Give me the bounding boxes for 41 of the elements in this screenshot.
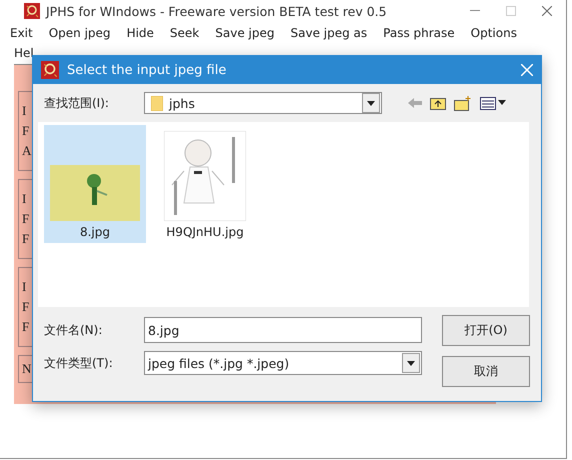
panel-label: F xyxy=(22,299,30,315)
field-label: 查找范围(I): xyxy=(43,94,110,112)
panel-label: I xyxy=(22,191,26,207)
menu-item[interactable]: Save jpeg as xyxy=(284,26,374,40)
panel-label: A xyxy=(22,143,32,159)
panel-label: F xyxy=(22,211,30,227)
dialog-title: Select the input jpeg file xyxy=(67,62,226,78)
folder-icon xyxy=(151,96,163,110)
panel-label: F xyxy=(22,319,30,335)
menu-item[interactable]: Hel xyxy=(8,46,40,60)
app-icon xyxy=(41,61,59,79)
new-folder-icon[interactable] xyxy=(454,96,472,110)
file-item[interactable]: 8.jpg xyxy=(44,125,146,243)
caret-icon xyxy=(407,360,415,366)
open-button[interactable]: 打开(O) xyxy=(442,315,530,346)
close-icon[interactable] xyxy=(542,6,552,16)
app-icon xyxy=(24,3,40,19)
cancel-button[interactable]: 取消 xyxy=(442,356,530,387)
menu-item[interactable]: Exit xyxy=(4,26,39,40)
menu-item[interactable]: Open jpeg xyxy=(42,26,117,40)
look-in-dropdown[interactable]: jphs xyxy=(144,92,382,114)
view-menu-icon[interactable] xyxy=(480,96,506,110)
panel-label: I xyxy=(22,279,26,295)
window-title: JPHS for WIndows - Freeware version BETA test rev 0.5 xyxy=(46,4,387,18)
file-type-dropdown[interactable]: jpeg files (*.jpg *.jpeg) xyxy=(144,351,422,375)
minimize-icon[interactable] xyxy=(470,10,480,12)
menu-item[interactable]: Seek xyxy=(164,26,206,40)
menu-item[interactable]: Save jpeg xyxy=(209,26,280,40)
file-item[interactable]: H9QJnHU.jpg xyxy=(154,125,256,243)
panel-label: I xyxy=(22,103,26,119)
file-name-field[interactable]: 8.jpg xyxy=(144,317,422,343)
menu-item[interactable]: Pass phrase xyxy=(377,26,461,40)
field-label: 文件类型(T): xyxy=(43,354,114,372)
panel-label: F xyxy=(22,123,30,139)
menu-item[interactable]: Hide xyxy=(120,26,160,40)
panel-label: F xyxy=(22,231,30,247)
caret-icon xyxy=(367,100,375,106)
field-label: 文件名(N): xyxy=(43,322,104,338)
panel-label: N xyxy=(22,361,32,377)
up-folder-icon[interactable] xyxy=(430,96,446,110)
menu-item[interactable]: Options xyxy=(464,26,523,40)
